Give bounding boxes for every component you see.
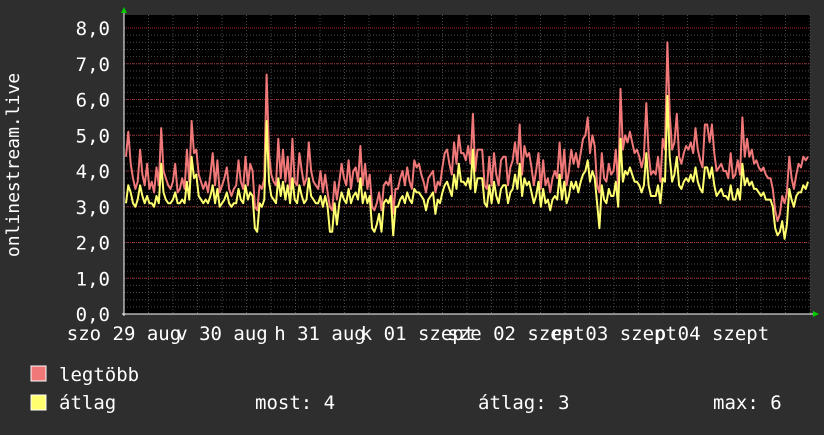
- stat-avg: átlag: 3: [478, 392, 570, 414]
- y-tick-label: 6,0: [76, 90, 110, 112]
- legend-label-max: legtöbb: [59, 364, 139, 386]
- x-tick-label: h 31 aug: [274, 323, 366, 345]
- y-tick-label: 5,0: [76, 125, 110, 147]
- y-tick-labels: 0,01,02,03,04,05,06,07,08,0: [76, 18, 110, 326]
- y-tick-label: 1,0: [76, 268, 110, 290]
- legend-label-avg: átlag: [59, 392, 116, 414]
- x-tick-label: v 30 aug: [176, 323, 268, 345]
- stat-max: max: 6: [713, 392, 782, 414]
- x-tick-label: p 04 szept: [655, 323, 769, 345]
- x-axis-arrow-icon: [813, 311, 819, 317]
- legend: legtöbb átlag most: 4 átlag: 3 max: 6: [30, 364, 782, 414]
- chart-root: 0,0 1,0 2,0 3,0 4,0 5,0 6,0 7,0 8,0 szo 29 aug v …: [0, 0, 824, 430]
- y-tick-label: 3,0: [76, 197, 110, 219]
- stat-now: most: 4: [255, 392, 335, 414]
- y-tick-label: 8,0: [76, 18, 110, 40]
- plot-area: [124, 15, 810, 314]
- legend-swatch-max: [30, 365, 47, 382]
- line-chart: 0,01,02,03,04,05,06,07,08,0 szo 29 augv …: [3, 7, 819, 414]
- x-tick-label: szo 29 aug: [67, 323, 181, 345]
- legend-swatch-avg: [30, 394, 47, 411]
- y-tick-label: 4,0: [76, 161, 110, 183]
- y-axis-label: onlinestream.live: [3, 73, 24, 257]
- y-axis-arrow-icon: [121, 7, 127, 13]
- y-tick-label: 7,0: [76, 54, 110, 76]
- y-tick-label: 2,0: [76, 233, 110, 255]
- x-tick-labels: szo 29 augv 30 aug h 31 augk 01 szeptsze …: [67, 323, 769, 345]
